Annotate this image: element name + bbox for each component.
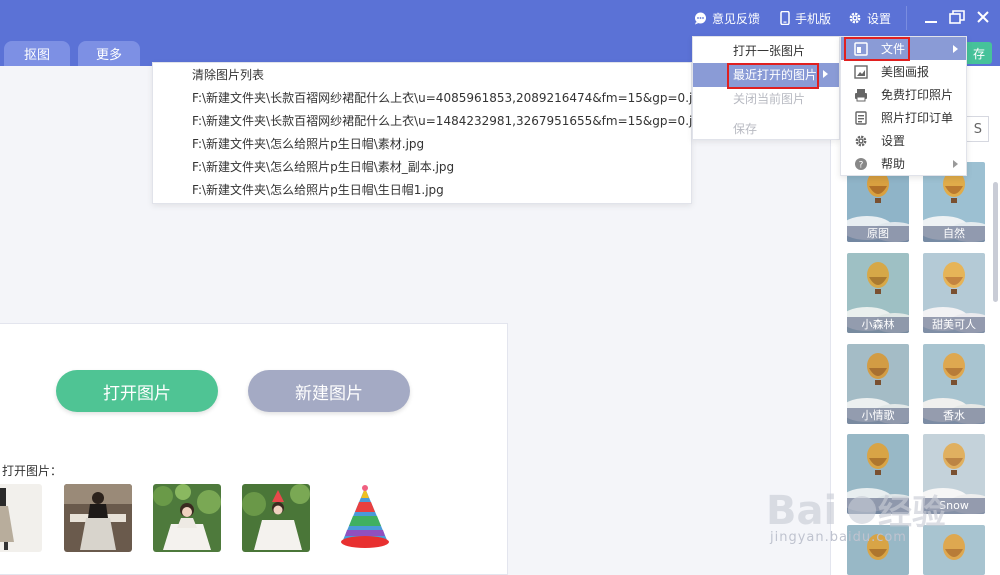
menu-item-settings[interactable]: 设置 xyxy=(841,129,966,152)
svg-text:Bai: Bai xyxy=(766,488,837,534)
close-button[interactable] xyxy=(974,8,992,26)
baidu-watermark-logo: Bai 经验 xyxy=(766,488,946,534)
phone-icon xyxy=(780,11,790,25)
save-item: 保存 xyxy=(733,122,758,136)
filter-tile[interactable]: 香水 xyxy=(923,344,985,424)
recent-file-item[interactable]: F:\新建文件夹\怎么给照片p生日帽\素材_副本.jpg xyxy=(192,157,454,177)
menu-item-label: 免费打印照片 xyxy=(881,88,954,102)
chat-bubble-icon xyxy=(695,12,706,24)
file-submenu: 打开一张图片 最近打开的图片 关闭当前图片 保存 xyxy=(692,36,840,140)
recent-file-item[interactable]: F:\新建文件夹\怎么给照片p生日帽\生日帽1.jpg xyxy=(192,180,444,200)
pictorial-icon xyxy=(854,64,868,79)
feedback-label: 意见反馈 xyxy=(712,11,761,26)
recent-thumbnail[interactable] xyxy=(153,484,221,552)
filter-caption: 小情歌 xyxy=(847,408,909,424)
feedback-button[interactable]: 意见反馈 xyxy=(694,8,760,28)
title-bar: 意见反馈 手机版 设置 xyxy=(0,0,1000,36)
recent-file-item[interactable]: F:\新建文件夹\长款百褶网纱裙配什么上衣\u=1484232981,32679… xyxy=(192,111,708,131)
recent-thumbnail[interactable] xyxy=(331,484,399,552)
menu-item-print-orders[interactable]: 照片打印订单 xyxy=(841,106,966,129)
annotation-highlight-box xyxy=(727,63,819,89)
order-icon xyxy=(855,110,867,125)
panel-scrollbar[interactable] xyxy=(993,182,998,302)
svg-text:经验: 经验 xyxy=(878,493,946,533)
mobile-version-button[interactable]: 手机版 xyxy=(780,8,831,28)
annotation-highlight-box xyxy=(844,37,910,61)
close-current-image-item: 关闭当前图片 xyxy=(733,92,806,106)
recent-thumbnail[interactable] xyxy=(0,484,42,552)
gear-icon xyxy=(855,135,867,146)
filter-tile[interactable]: 小情歌 xyxy=(847,344,909,424)
svg-text:?: ? xyxy=(859,160,864,170)
menu-item-label: 照片打印订单 xyxy=(881,111,954,125)
filter-caption: 原图 xyxy=(847,226,909,242)
clear-image-list-item[interactable]: 清除图片列表 xyxy=(192,65,264,85)
tab-more[interactable]: 更多 xyxy=(78,41,140,66)
filter-tile[interactable]: 小森林 xyxy=(847,253,909,333)
filter-caption: 小森林 xyxy=(847,317,909,333)
menu-item-help[interactable]: ? 帮助 xyxy=(841,152,966,175)
filter-caption: 香水 xyxy=(923,408,985,424)
recent-thumbnail[interactable] xyxy=(64,484,132,552)
close-icon xyxy=(977,11,989,23)
minimize-icon xyxy=(925,21,937,23)
gear-icon xyxy=(849,12,861,24)
titlebar-divider xyxy=(906,6,907,30)
menu-item-label: 设置 xyxy=(881,134,906,148)
recent-file-item[interactable]: F:\新建文件夹\怎么给照片p生日帽\素材.jpg xyxy=(192,134,424,154)
help-icon: ? xyxy=(855,157,867,170)
open-one-image-item[interactable]: 打开一张图片 xyxy=(693,39,839,63)
minimize-button[interactable] xyxy=(922,8,940,26)
recent-file-item[interactable]: F:\新建文件夹\长款百褶网纱裙配什么上衣\u=4085961853,20892… xyxy=(192,88,708,108)
submenu-arrow-icon xyxy=(953,45,958,53)
recent-images-label: 打开图片： xyxy=(2,464,63,478)
menu-item-pictorial[interactable]: 美图画报 xyxy=(841,60,966,83)
new-image-button[interactable]: 新建图片 xyxy=(248,370,410,412)
menu-item-label: 帮助 xyxy=(881,157,906,171)
menu-item-label: 美图画报 xyxy=(881,65,930,79)
settings-button[interactable]: 设置 xyxy=(848,8,891,28)
filter-tile[interactable]: 甜美可人 xyxy=(923,253,985,333)
start-card: 打开图片 新建图片 打开图片： xyxy=(0,323,508,575)
tab-cutout[interactable]: 抠图 xyxy=(4,41,70,66)
recent-files-menu: 清除图片列表 F:\新建文件夹\长款百褶网纱裙配什么上衣\u=408596185… xyxy=(152,62,708,204)
restore-button[interactable] xyxy=(948,8,966,26)
recent-thumbnail[interactable] xyxy=(242,484,310,552)
watermark-url: jingyan.baidu.com xyxy=(770,530,907,545)
menu-item-free-print[interactable]: 免费打印照片 xyxy=(841,83,966,106)
printer-icon xyxy=(855,88,867,101)
settings-menu: 文件 美图画报 免费打印照片 照片打印订单 设置 ? 帮助 xyxy=(840,36,967,176)
filter-caption: 自然 xyxy=(923,226,985,242)
mobile-label: 手机版 xyxy=(795,11,832,26)
restore-icon xyxy=(949,10,965,24)
submenu-arrow-icon xyxy=(953,160,958,168)
filter-caption: 甜美可人 xyxy=(923,317,985,333)
open-image-button[interactable]: 打开图片 xyxy=(56,370,218,412)
submenu-arrow-icon xyxy=(823,70,828,78)
settings-label: 设置 xyxy=(867,11,892,26)
